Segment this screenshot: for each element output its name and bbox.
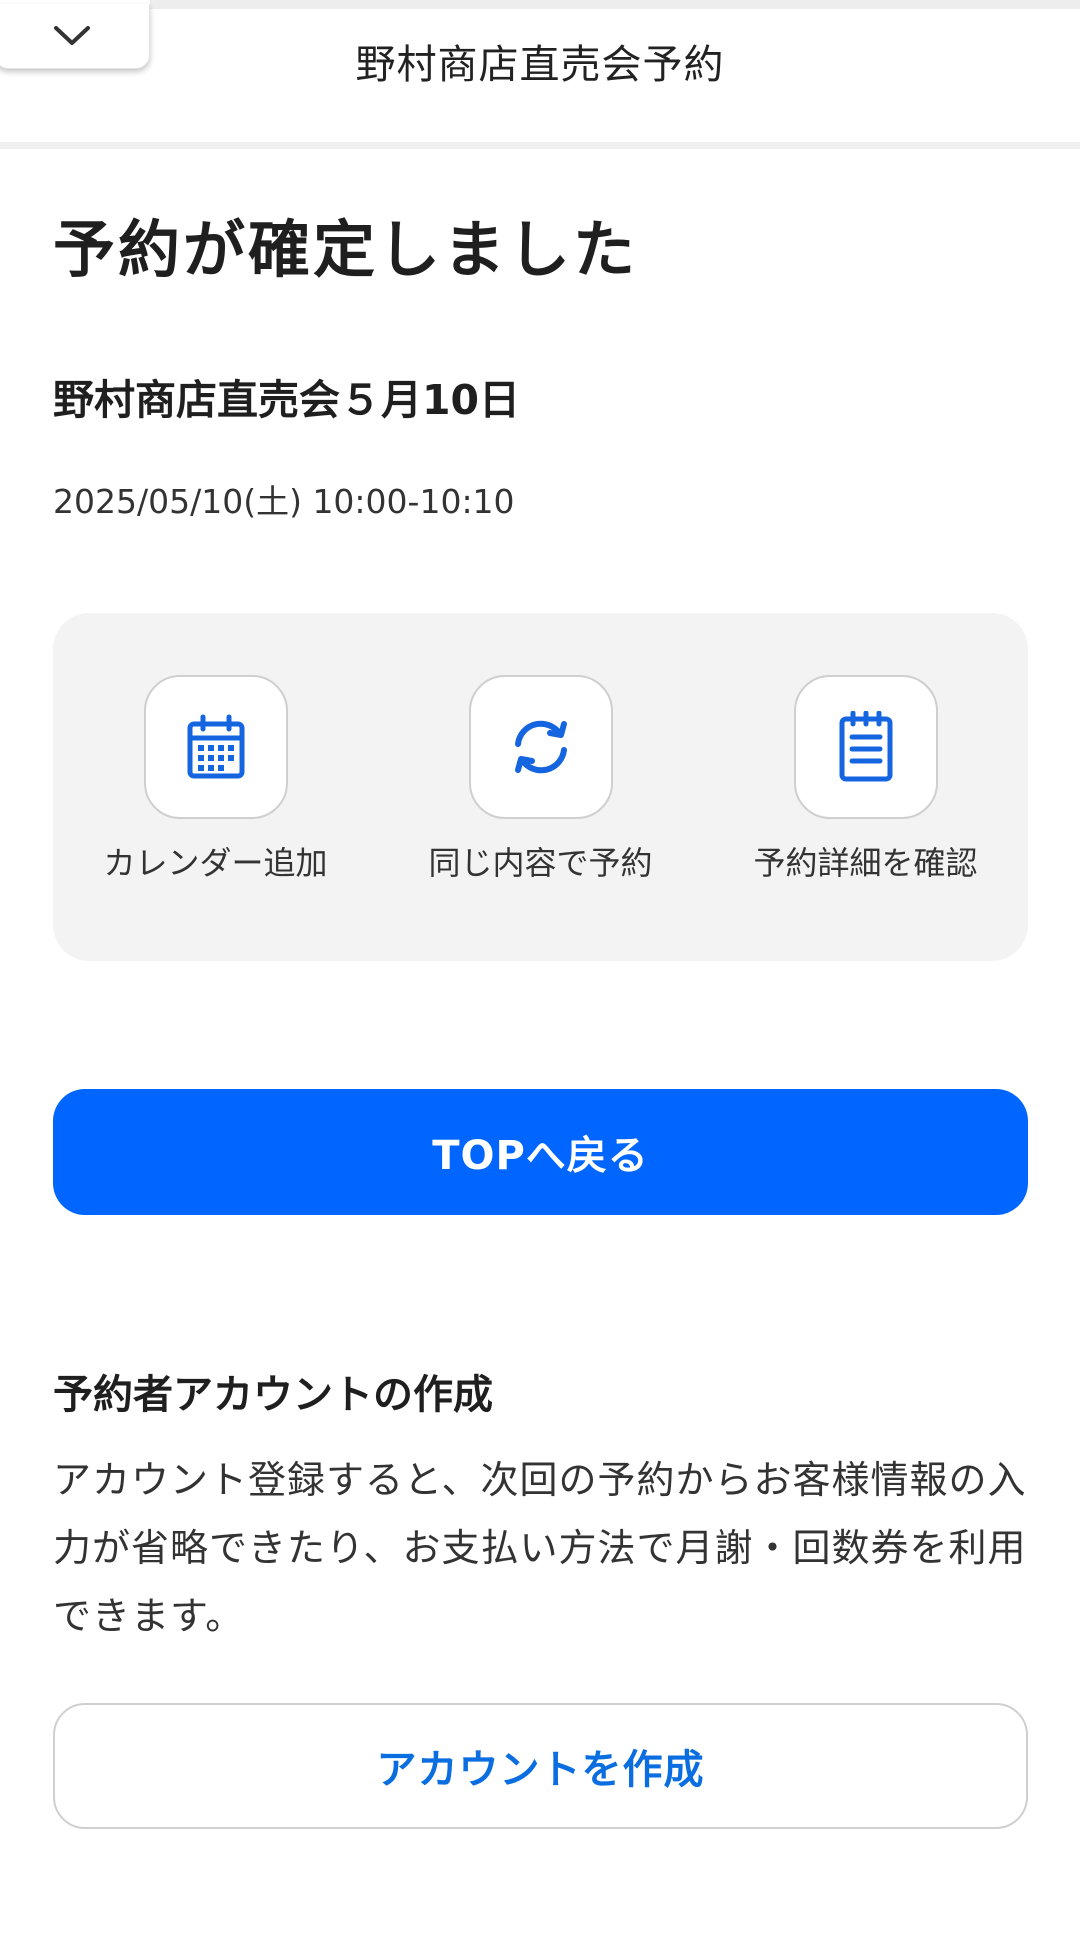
- account-section-heading: 予約者アカウントの作成: [53, 1372, 493, 1418]
- header-title: 野村商店直売会予約: [355, 42, 725, 88]
- header: 野村商店直売会予約: [0, 0, 1080, 149]
- header-divider: [0, 142, 1080, 149]
- event-datetime: 2025/05/10(土) 10:00-10:10: [53, 482, 515, 521]
- event-name: 野村商店直売会５月10日: [53, 376, 521, 424]
- rebook-same-label: 同じ内容で予約: [428, 844, 653, 882]
- page-title: 予約が確定しました: [53, 213, 639, 286]
- add-calendar-icon-box[interactable]: [143, 675, 288, 819]
- actions-panel: カレンダー追加 同じ内容で予約 予約詳細を確認: [53, 613, 1028, 961]
- create-account-button[interactable]: アカウントを作成: [53, 1703, 1028, 1829]
- back-to-top-button[interactable]: TOPへ戻る: [53, 1089, 1028, 1215]
- rebook-same-button[interactable]: 同じ内容で予約: [378, 675, 703, 885]
- calendar-icon: [187, 714, 244, 779]
- view-details-icon-box[interactable]: [793, 675, 938, 819]
- view-details-label: 予約詳細を確認: [753, 844, 978, 882]
- view-details-button[interactable]: 予約詳細を確認: [703, 675, 1028, 885]
- account-section-description: アカウント登録すると、次回の予約からお客様情報の入力が省略できたり、お支払い方法…: [53, 1458, 1027, 1638]
- rebook-same-icon-box[interactable]: [468, 675, 613, 819]
- add-calendar-button[interactable]: カレンダー追加: [53, 675, 378, 885]
- refresh-icon: [514, 720, 567, 774]
- header-top-line: [150, 0, 1080, 9]
- notepad-icon: [839, 711, 892, 782]
- add-calendar-label: カレンダー追加: [103, 844, 328, 882]
